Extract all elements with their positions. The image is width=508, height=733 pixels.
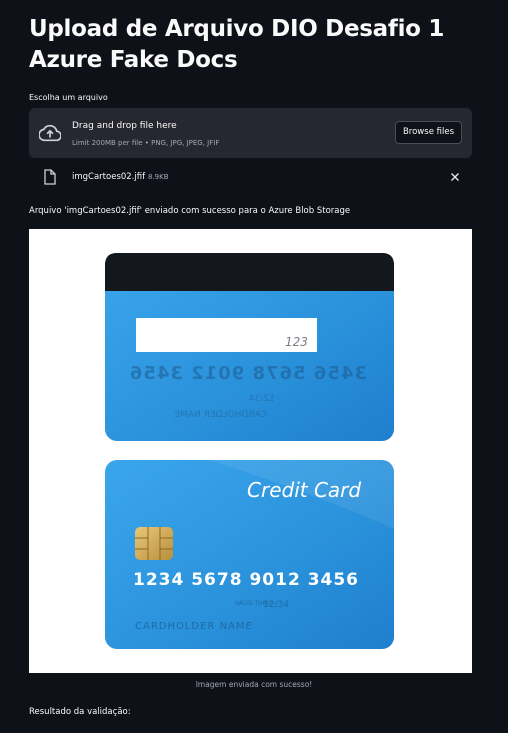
dropzone-instruction: Drag and drop file here (72, 121, 177, 131)
card-brand: Credit Card (247, 478, 361, 502)
chip-icon (135, 527, 173, 560)
uploaded-file-size: 8.9KB (148, 173, 169, 181)
page-title: Upload de Arquivo DIO Desafio 1 Azure Fa… (29, 16, 445, 73)
mirrored-holder-name: CARDHOLDER NAME (174, 410, 267, 420)
uploaded-file-item: imgCartoes02.jfif 8.9KB (29, 167, 472, 189)
signature-code: 123 (285, 335, 308, 349)
uploader-label: Escolha um arquivo (29, 93, 108, 102)
validation-result-label: Resultado da validação: (29, 707, 131, 717)
card-back: 123 3456 5678 9012 3456 12/34 CARDHOLDER… (105, 253, 394, 441)
mirrored-card-number: 3456 5678 9012 3456 (129, 363, 367, 384)
uploaded-image: 123 3456 5678 9012 3456 12/34 CARDHOLDER… (29, 229, 472, 673)
close-icon[interactable] (450, 172, 460, 182)
card-number: 1234 5678 9012 3456 (133, 570, 359, 590)
uploaded-file-name: imgCartoes02.jfif (72, 172, 146, 182)
card-expiry: 12/34 (263, 600, 289, 610)
browse-files-button[interactable]: Browse files (394, 121, 462, 144)
file-icon (44, 169, 56, 185)
card-holder-name: CARDHOLDER NAME (135, 621, 253, 632)
upload-success-message: Arquivo 'imgCartoes02.jfif' enviado com … (29, 206, 351, 216)
cloud-upload-icon (39, 124, 61, 142)
file-dropzone[interactable]: Drag and drop file here Limit 200MB per … (29, 108, 472, 158)
card-front: Credit Card 1234 5678 9012 3456 VALID TH… (105, 460, 394, 649)
credit-cards-illustration: 123 3456 5678 9012 3456 12/34 CARDHOLDER… (105, 253, 394, 649)
image-caption: Imagem enviada com sucesso! (195, 680, 313, 689)
dropzone-limit: Limit 200MB per file • PNG, JPG, JPEG, J… (72, 139, 220, 147)
mirrored-expiry: 12/34 (249, 394, 275, 404)
